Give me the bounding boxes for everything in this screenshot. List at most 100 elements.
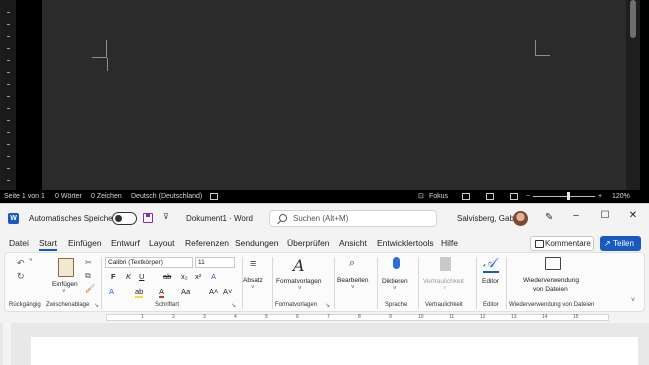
editor-icon[interactable]: 𝒜 [483, 257, 499, 273]
web-layout-icon[interactable] [510, 193, 518, 200]
print-layout-icon[interactable] [486, 193, 494, 200]
paste-icon[interactable] [58, 258, 74, 277]
status-chars[interactable]: 0 Zeichen [91, 190, 122, 203]
search-input[interactable]: Suchen (Alt+M) [269, 210, 437, 227]
title-bar: W Automatisches Speichern ⊽ Dokument1 · … [0, 204, 649, 232]
tab-entwurf[interactable]: Entwurf [111, 238, 140, 248]
share-button[interactable]: Teilen [600, 236, 641, 251]
strikethrough-button[interactable]: ab [163, 272, 171, 281]
paragraph-icon[interactable]: ≡ [250, 258, 256, 270]
autosave-toggle[interactable] [112, 212, 137, 225]
group-label-voice: Sprache [385, 302, 408, 308]
user-name[interactable]: Salvisberg, Gaby [457, 214, 518, 223]
microphone-icon[interactable] [393, 257, 400, 269]
undo-dropdown-icon[interactable]: ˅ [29, 258, 33, 264]
avatar[interactable] [513, 211, 528, 226]
ruler-number: 6 [296, 314, 299, 320]
scroll-thumb[interactable] [630, 0, 636, 38]
status-zoom[interactable]: 120% [612, 190, 630, 203]
tab-hilfe[interactable]: Hilfe [441, 238, 458, 248]
clear-formatting-button[interactable]: A [211, 272, 216, 281]
dark-status-bar: Seite 1 von 1 0 Wörter 0 Zeichen Deutsch… [0, 190, 649, 203]
italic-button[interactable]: K [126, 272, 131, 281]
pen-icon[interactable]: ✎ [545, 212, 553, 223]
copy-icon[interactable]: ⧉ [85, 271, 91, 281]
paragraph-dropdown-icon[interactable]: ˅ [251, 285, 255, 291]
status-page[interactable]: Seite 1 von 1 [4, 190, 45, 203]
scrollbar[interactable] [640, 323, 649, 365]
superscript-button[interactable]: x² [195, 272, 201, 281]
styles-dropdown-icon[interactable]: ˅ [298, 286, 302, 292]
reuse-files-button-line1[interactable]: Wiederverwendung [523, 277, 579, 284]
change-case-button[interactable]: Aa [181, 287, 190, 296]
tab-ansicht[interactable]: Ansicht [339, 238, 367, 248]
grow-font-button[interactable]: A˄ [209, 287, 218, 296]
editor-button[interactable]: Editor [482, 278, 499, 285]
undo-icon[interactable]: ↶ [17, 258, 25, 269]
accessibility-icon[interactable] [210, 193, 218, 200]
read-mode-icon[interactable] [462, 193, 470, 200]
comments-button[interactable]: Kommentare [530, 236, 594, 251]
document-title[interactable]: Dokument1 · Word [186, 214, 253, 223]
crop-mark-left [92, 40, 107, 58]
zoom-in-icon[interactable]: + [598, 190, 602, 203]
cut-icon[interactable]: ✂ [85, 258, 92, 267]
tab-layout[interactable]: Layout [149, 238, 175, 248]
zoom-slider[interactable] [533, 196, 595, 197]
editing-button[interactable]: Bearbeiten [337, 277, 368, 284]
tab-datei[interactable]: Datei [9, 238, 29, 248]
highlight-button[interactable]: ab [135, 287, 144, 298]
divider [476, 257, 477, 309]
reuse-files-button-line2[interactable]: von Dateien [533, 286, 568, 293]
dictate-dropdown-icon[interactable]: ˅ [393, 286, 397, 292]
zoom-slider-knob[interactable] [567, 192, 570, 200]
horizontal-ruler[interactable]: 1 2 3 4 5 6 7 8 9 10 11 12 13 14 15 [0, 312, 649, 323]
editing-dropdown-icon[interactable]: ˅ [351, 285, 355, 291]
tab-start[interactable]: Start [39, 238, 57, 248]
tab-ueberpruefen[interactable]: Überprüfen [287, 238, 330, 248]
status-words[interactable]: 0 Wörter [55, 190, 82, 203]
maximize-icon[interactable]: ☐ [598, 210, 612, 221]
save-icon[interactable] [143, 213, 153, 223]
subscript-button[interactable]: x₂ [181, 272, 188, 281]
text-effects-button[interactable]: A [109, 287, 114, 296]
editing-icon[interactable]: ⌕ [349, 257, 355, 270]
tab-einfuegen[interactable]: Einfügen [68, 238, 102, 248]
clipboard-launcher-icon[interactable]: ↘ [94, 302, 99, 309]
ruler-number: 9 [389, 314, 392, 320]
paragraph-button[interactable]: Absatz [243, 277, 263, 284]
minimize-icon[interactable]: – [569, 210, 583, 221]
status-focus[interactable]: Fokus [429, 190, 448, 203]
focus-icon[interactable]: ⊡ [418, 190, 424, 203]
bold-button[interactable]: F [111, 272, 116, 281]
styles-launcher-icon[interactable]: ↘ [325, 302, 330, 309]
font-launcher-icon[interactable]: ↘ [231, 302, 236, 309]
ruler-number: 8 [358, 314, 361, 320]
font-name-select[interactable]: Calibri (Textkörper) [105, 257, 193, 268]
tab-entwicklertools[interactable]: Entwicklertools [377, 238, 434, 248]
dark-scrollbar[interactable] [626, 0, 640, 190]
customize-qat-icon[interactable]: ⊽ [163, 212, 169, 221]
format-painter-icon[interactable]: 🖌 [85, 284, 95, 293]
styles-icon[interactable]: A [293, 256, 305, 275]
close-icon[interactable]: ✕ [626, 210, 640, 221]
document-page[interactable] [31, 337, 638, 365]
tab-referenzen[interactable]: Referenzen [185, 238, 229, 248]
font-size-select[interactable]: 11 [195, 257, 235, 268]
paste-label[interactable]: Einfügen [52, 281, 78, 288]
status-language[interactable]: Deutsch (Deutschland) [131, 190, 202, 203]
styles-button[interactable]: Formatvorlagen [276, 278, 322, 285]
reuse-files-icon[interactable] [545, 257, 561, 270]
collapse-ribbon-icon[interactable]: ˅ [631, 297, 635, 304]
tab-sendungen[interactable]: Sendungen [235, 238, 279, 248]
redo-icon[interactable]: ↻ [17, 271, 25, 282]
search-placeholder: Suchen (Alt+M) [293, 214, 349, 223]
zoom-out-icon[interactable]: − [526, 190, 530, 203]
vertical-ruler[interactable] [3, 323, 11, 365]
underline-button[interactable]: U [139, 272, 144, 281]
shrink-font-button[interactable]: A˅ [223, 287, 232, 296]
dark-document-page[interactable] [42, 0, 626, 190]
paste-dropdown-icon[interactable]: ˅ [62, 289, 66, 295]
dictate-button[interactable]: Diktieren [382, 278, 408, 285]
font-color-button[interactable]: A [159, 287, 165, 298]
